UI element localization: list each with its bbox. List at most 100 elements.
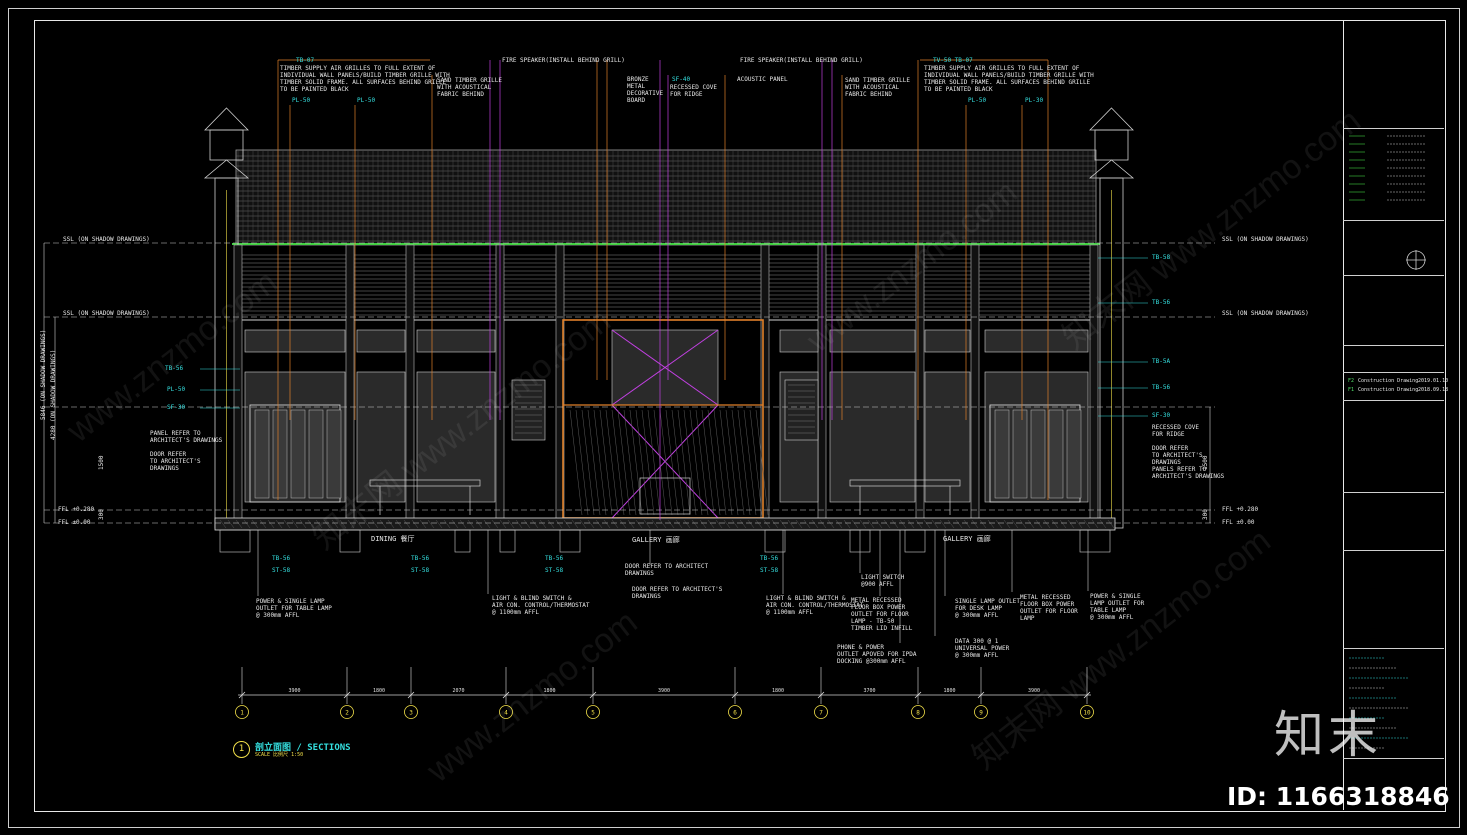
gallery-hatch	[749, 409, 763, 516]
gallery-hatch	[743, 409, 757, 516]
grid-dimension-value: 2070	[452, 688, 464, 694]
tag-sf30-right: SF-30	[1152, 412, 1171, 419]
footing	[219, 529, 251, 553]
footing	[1079, 529, 1111, 553]
note-light-switch-left: LIGHT & BLIND SWITCH & AIR CON. CONTROL/…	[492, 595, 590, 616]
footing	[454, 529, 471, 553]
note-light-switch-right: LIGHT & BLIND SWITCH & AIR CON. CONTROL/…	[766, 595, 864, 616]
gallery-hatch	[593, 409, 607, 516]
gallery-hatch	[587, 409, 601, 516]
grid-bubble-label: 5	[591, 710, 595, 717]
gallery-hatch	[737, 409, 751, 516]
image-id-label: ID: 1166318846	[1227, 782, 1450, 811]
tag-tb56-bottom-3: TB-56	[545, 555, 564, 562]
door-leaf	[1012, 409, 1028, 499]
gallery-hatch	[725, 409, 739, 516]
grid-bubble-label: 9	[979, 710, 983, 717]
note-desk-lamp: SINGLE LAMP OUTLET FOR DESK LAMP @ 300mm…	[955, 598, 1021, 619]
gallery-hatch	[581, 409, 595, 516]
tag-tb07-left: TB-07	[296, 57, 315, 64]
revision-desc-f1: Construction Drawing	[1358, 387, 1419, 393]
door-leaf	[290, 409, 306, 499]
tag-st58-bottom-4: ST-58	[760, 567, 779, 574]
note-timber-grille-right: SAND TIMBER GRILLE WITH ACOUSTICAL FABRI…	[845, 77, 911, 98]
title-block-divider	[1343, 220, 1444, 221]
title-block-divider	[1343, 492, 1444, 493]
grid-dimension-value: 1800	[943, 688, 955, 694]
note-supply-grille-right: TIMBER SUPPLY AIR GRILLES TO FULL EXTENT…	[924, 65, 1094, 93]
gallery-hatch	[635, 409, 649, 516]
revision-desc-f2: Construction Drawing	[1358, 378, 1419, 384]
gallery-hatch	[731, 409, 745, 516]
tag-st58-bottom-2: ST-58	[411, 567, 430, 574]
grid-bubble-label: 2	[345, 710, 349, 717]
tag-sf40: SF-40	[672, 76, 691, 83]
door-leaf	[308, 409, 324, 499]
revision-code-f1: F1	[1348, 387, 1355, 393]
title-block-legend-lines	[1349, 135, 1425, 201]
note-data-power: DATA 300 @ 1 UNIVERSAL POWER @ 300mm AFF…	[955, 638, 1010, 659]
door-leaf	[254, 409, 270, 499]
title-block-divider	[1343, 550, 1444, 551]
ffl-label-right-1: FFL +0.280	[1222, 506, 1259, 513]
vertical-dim-ceiling: 4280 (ON SHADOW DRAWINGS)	[50, 349, 57, 440]
note-supply-grille-left: TIMBER SUPPLY AIR GRILLES TO FULL EXTENT…	[280, 65, 450, 93]
grid-dimension-value: 3700	[863, 688, 875, 694]
ffl-label-left-2: FFL ±0.00	[58, 519, 91, 526]
gallery-hatch	[665, 409, 679, 516]
tag-tv50-tb07: TV-50 TB-07	[933, 57, 973, 64]
gallery-hatch	[719, 409, 733, 516]
level-label-mid-right: SSL (ON SHADOW DRAWINGS)	[1222, 310, 1309, 317]
title-block-divider	[1343, 648, 1444, 649]
tower-cap	[204, 107, 249, 131]
tag-sf30-left: SF-30	[167, 404, 186, 411]
revision-date-f1: 2018.09.18	[1418, 387, 1449, 393]
grid-bubble-label: 1	[240, 710, 244, 717]
grid-dimension-value: 3900	[658, 688, 670, 694]
wall-panel	[924, 371, 971, 503]
gallery-hatch	[677, 409, 691, 516]
north-compass-icon	[1406, 250, 1426, 270]
door-leaf	[1066, 409, 1082, 499]
title-block-divider	[1343, 275, 1444, 276]
grid-dimension-value: 3900	[288, 688, 300, 694]
upper-panel	[924, 329, 971, 353]
tower-cap-lower	[1088, 159, 1135, 179]
gallery-hatch	[695, 409, 709, 516]
revision-code-f2: F2	[1348, 378, 1355, 384]
level-label-upper-left: SSL (ON SHADOW DRAWINGS)	[63, 236, 150, 243]
gallery-hatch	[641, 409, 655, 516]
note-door-refer-2: DOOR REFER TO ARCHITECT'S DRAWINGS	[632, 586, 723, 600]
gallery-hatch	[617, 409, 631, 516]
vertical-dim-door-left: 1500	[98, 455, 105, 470]
section-elevation-drawing: 1390021800320704180053900618007370081800…	[43, 59, 1215, 719]
level-label-mid-left: SSL (ON SHADOW DRAWINGS)	[63, 310, 150, 317]
gallery-hatch	[701, 409, 715, 516]
gallery-hatch	[671, 409, 685, 516]
gallery-hatch	[599, 409, 613, 516]
tag-pl50-b: PL-50	[357, 97, 376, 104]
tag-tb56-bottom-2: TB-56	[411, 555, 430, 562]
gallery-hatch	[575, 409, 589, 516]
door-leaf	[1048, 409, 1064, 499]
gallery-hatch	[605, 409, 619, 516]
tag-pl50-a: PL-50	[292, 97, 311, 104]
lattice-panel	[784, 379, 819, 441]
note-power-lamp-left: POWER & SINGLE LAMP OUTLET FOR TABLE LAM…	[256, 598, 332, 619]
note-timber-grille-left: SAND TIMBER GRILLE WITH ACOUSTICAL FABRI…	[437, 77, 503, 98]
note-door-refer-1: DOOR REFER TO ARCHITECT DRAWINGS	[625, 563, 709, 577]
grid-bubble-label: 6	[733, 710, 737, 717]
column	[970, 244, 980, 521]
room-label-gallery-2: GALLERY 画廊	[943, 535, 991, 543]
gallery-hatch	[707, 409, 721, 516]
note-acoustic-panel: ACOUSTIC PANEL	[737, 76, 788, 83]
vertical-dim-total: 5846 (ON SHADOW DRAWINGS)	[40, 329, 47, 420]
title-block-divider	[1343, 345, 1444, 346]
brand-logo: 知末	[1274, 706, 1382, 764]
note-recessed-cove: RECESSED COVE FOR RIDGE	[670, 84, 717, 98]
door-leaf	[1030, 409, 1046, 499]
grid-dimension-value: 1800	[772, 688, 784, 694]
gallery-hatch	[659, 409, 673, 516]
footing	[499, 529, 516, 553]
title-block-divider	[1343, 400, 1444, 401]
